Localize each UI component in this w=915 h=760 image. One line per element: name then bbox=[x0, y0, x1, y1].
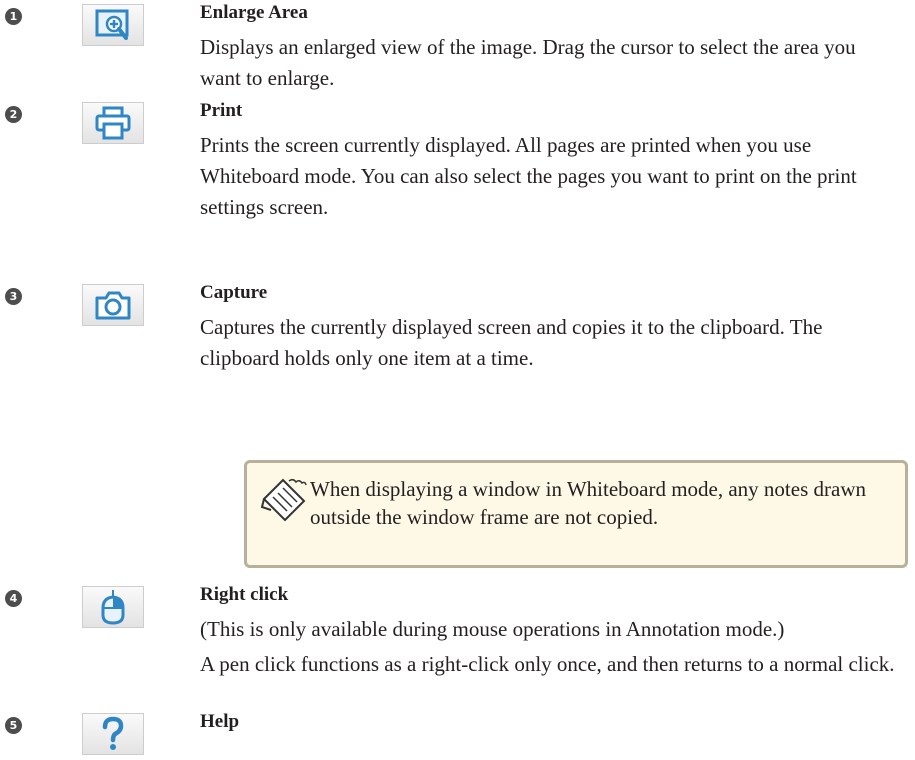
item-number: 5 bbox=[5, 717, 22, 734]
note-box: When displaying a window in Whiteboard m… bbox=[244, 460, 908, 568]
item-number: 2 bbox=[5, 106, 22, 123]
capture-button bbox=[82, 284, 144, 326]
item-title: Capture bbox=[200, 282, 268, 303]
printer-icon bbox=[95, 106, 131, 140]
enlarge-area-icon bbox=[95, 9, 129, 40]
item-paragraph: Displays an enlarged view of the image. … bbox=[200, 35, 856, 90]
item-paragraph: Prints the screen currently displayed. A… bbox=[200, 133, 857, 219]
mouse-icon bbox=[101, 589, 125, 625]
item-number: 3 bbox=[5, 288, 22, 305]
item-paragraph: (This is only available during mouse ope… bbox=[200, 617, 785, 641]
item-description: Displays an enlarged view of the image. … bbox=[200, 32, 900, 98]
item-title: Print bbox=[200, 100, 243, 121]
item-title: Enlarge Area bbox=[200, 2, 308, 23]
item-description: Captures the currently displayed screen … bbox=[200, 312, 900, 378]
print-button bbox=[82, 102, 144, 144]
note-text: When displaying a window in Whiteboard m… bbox=[310, 477, 866, 529]
note-pencil-icon bbox=[261, 478, 307, 522]
item-number: 1 bbox=[5, 8, 22, 25]
item-title: Help bbox=[200, 711, 240, 732]
help-icon bbox=[102, 716, 124, 750]
enlarge-area-button bbox=[82, 4, 144, 46]
item-title: Right click bbox=[200, 584, 289, 605]
item-description: Prints the screen currently displayed. A… bbox=[200, 130, 900, 227]
camera-icon bbox=[95, 291, 131, 320]
item-number: 4 bbox=[5, 590, 22, 607]
item-description: (This is only available during mouse ope… bbox=[200, 614, 900, 684]
help-button bbox=[82, 713, 144, 755]
item-paragraph: A pen click functions as a right-click o… bbox=[200, 652, 895, 676]
item-paragraph: Captures the currently displayed screen … bbox=[200, 315, 823, 370]
right-click-button bbox=[82, 586, 144, 628]
